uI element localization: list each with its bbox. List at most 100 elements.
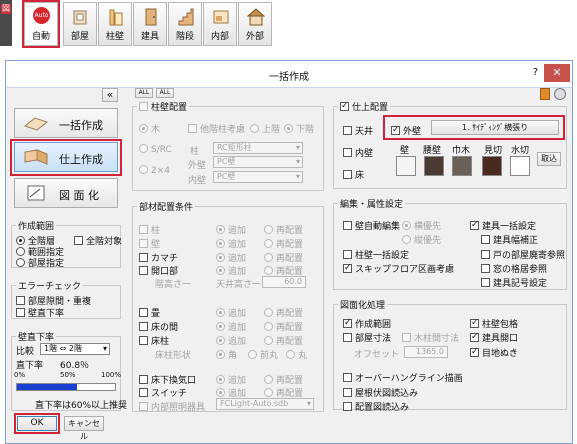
column-add-radio[interactable]: 追加 — [216, 223, 246, 236]
underfloor-replace-radio[interactable]: 再配置 — [264, 373, 303, 386]
two-by-four-radio[interactable]: 2×4 — [139, 165, 170, 176]
lighting-checkbox[interactable]: 内部照明器具 — [139, 400, 205, 413]
lighting-select[interactable]: FCLight-Auto.sdb — [216, 398, 314, 410]
tokonoma-check[interactable] — [139, 322, 148, 331]
ceiling-height-field[interactable]: 60.0 — [262, 276, 306, 288]
batch-create-mode-button[interactable]: 一括作成 — [14, 108, 118, 138]
upper-radio-mark[interactable] — [250, 124, 259, 133]
column-replace-radio[interactable]: 再配置 — [264, 223, 303, 236]
wall-add-radio[interactable]: 追加 — [216, 237, 246, 250]
wall-direct-checkbox[interactable]: 壁直下率 — [16, 306, 64, 319]
swatch-mikiri[interactable] — [482, 156, 502, 176]
room-gap-check[interactable] — [16, 296, 25, 305]
wall-replace-radio[interactable]: 再配置 — [264, 237, 303, 250]
drawing-mode-button[interactable]: 図 面 化 — [14, 178, 118, 208]
ground-line-check[interactable] — [470, 347, 479, 357]
swatch-baseboard[interactable] — [452, 156, 472, 176]
kamachi-checkbox[interactable]: カマチ — [139, 251, 178, 264]
collapse-button[interactable]: « — [102, 88, 118, 102]
lower-radio[interactable]: 下階 — [284, 122, 314, 135]
swatch-mizukiri[interactable] — [510, 156, 530, 176]
horizontal-radio-mark[interactable] — [402, 221, 411, 230]
tokobashira-add-radio[interactable]: 追加 — [216, 334, 246, 347]
batch-fitting-check[interactable] — [470, 220, 479, 230]
vertical-radio[interactable]: 縦優先 — [402, 233, 441, 246]
tatami-replace-radio[interactable]: 再配置 — [264, 306, 303, 319]
auto-wall-edit-checkbox[interactable]: 壁自動編集 — [343, 219, 400, 232]
window-ref-checkbox[interactable]: 窓の格居参照 — [481, 262, 547, 275]
fitting-opening-checkbox[interactable]: 建具開口 — [470, 331, 518, 344]
skip-floor-check[interactable] — [343, 263, 352, 273]
room-spec-radio-mark[interactable] — [16, 258, 25, 267]
tokonoma-checkbox[interactable]: 床の間 — [139, 320, 178, 333]
tatami-add-radio[interactable]: 追加 — [216, 306, 246, 319]
overhang-checkbox[interactable]: オーバーハングライン描画 — [343, 371, 463, 384]
tokobashira-replace-radio-mark[interactable] — [264, 336, 273, 345]
overhang-check[interactable] — [343, 373, 352, 382]
column-wall-set-check[interactable] — [343, 250, 352, 259]
lighting-check[interactable] — [139, 402, 148, 411]
all-targets-checkbox[interactable]: 全階対象 — [74, 234, 122, 247]
create-range-check[interactable] — [343, 318, 352, 328]
tokonoma-replace-radio[interactable]: 再配置 — [264, 320, 303, 333]
column-wall-set-checkbox[interactable]: 柱壁一括設定 — [343, 248, 409, 261]
underfloor-add-radio-mark[interactable] — [216, 375, 225, 384]
help-icon[interactable]: ? — [533, 67, 538, 78]
kamachi-add-radio[interactable]: 追加 — [216, 251, 246, 264]
fitting-button[interactable]: 建具 — [133, 2, 167, 46]
tokonoma-add-radio[interactable]: 追加 — [216, 320, 246, 333]
compare-select[interactable]: 1階 ⇔ 2階 ▾ — [40, 343, 110, 355]
opening-checkbox[interactable]: 開口部 — [139, 264, 178, 277]
tatami-replace-radio-mark[interactable] — [264, 308, 273, 317]
opening-add-radio-mark[interactable] — [216, 266, 225, 275]
swatch-waist[interactable] — [424, 156, 444, 176]
ceiling-checkbox[interactable]: 天井 — [343, 124, 373, 137]
layout-plan-checkbox[interactable]: 配置図読込み — [343, 400, 409, 413]
tokobashira-checkbox[interactable]: 床柱 — [139, 334, 169, 347]
other-floor-checkbox[interactable]: 他階柱考慮 — [188, 122, 245, 135]
shape-round-radio[interactable]: 丸 — [286, 348, 307, 361]
column-check[interactable] — [139, 225, 148, 234]
kamachi-check[interactable] — [139, 253, 148, 262]
swatch-wall[interactable] — [396, 156, 416, 176]
exterior-button[interactable]: 外部 — [238, 2, 272, 46]
kamachi-replace-radio-mark[interactable] — [264, 253, 273, 262]
create-range-checkbox[interactable]: 作成範囲 — [343, 317, 391, 330]
fitting-opening-check[interactable] — [470, 332, 479, 342]
fitting-code-check[interactable] — [481, 278, 490, 287]
range-spec-radio-mark[interactable] — [16, 247, 25, 256]
room-dim-check[interactable] — [343, 333, 352, 342]
ceiling-check[interactable] — [343, 126, 352, 135]
tokonoma-replace-radio-mark[interactable] — [264, 322, 273, 331]
opening-replace-radio-mark[interactable] — [264, 266, 273, 275]
tatami-check[interactable] — [139, 308, 148, 317]
column-outline-check[interactable] — [470, 318, 479, 328]
column-add-radio-mark[interactable] — [216, 225, 225, 234]
underfloor-check[interactable] — [139, 375, 148, 384]
layout-plan-check[interactable] — [343, 402, 352, 411]
roof-plan-checkbox[interactable]: 屋根伏図読込み — [343, 386, 418, 399]
room-button[interactable]: 部屋 — [63, 2, 97, 46]
column-outline-checkbox[interactable]: 柱壁包格 — [470, 317, 518, 330]
wall-replace-radio-mark[interactable] — [264, 239, 273, 248]
shape-square-radio[interactable]: 角 — [216, 348, 237, 361]
book-icon[interactable] — [540, 88, 550, 100]
all-on-button[interactable]: ALL — [135, 88, 153, 98]
switch-check[interactable] — [139, 388, 148, 397]
ext-wall-select[interactable]: PC壁 — [213, 156, 303, 168]
all-targets-check[interactable] — [74, 236, 83, 245]
room-ref-checkbox[interactable]: 戸の部屋廃寄参照 — [481, 248, 565, 261]
tokonoma-add-radio-mark[interactable] — [216, 322, 225, 331]
lower-radio-mark[interactable] — [284, 124, 293, 133]
stairs-button[interactable]: 階段 — [168, 2, 202, 46]
wall-direct-check[interactable] — [16, 308, 25, 317]
column-checkbox[interactable]: 柱 — [139, 223, 160, 236]
interior-wall-checkbox[interactable]: 内壁 — [343, 146, 373, 159]
wall-checkbox[interactable]: 壁 — [139, 237, 160, 250]
shape-chamfer-radio[interactable]: 前丸 — [248, 348, 278, 361]
switch-add-radio-mark[interactable] — [216, 388, 225, 397]
room-ref-check[interactable] — [481, 250, 490, 259]
wall-check[interactable] — [139, 239, 148, 248]
roof-plan-check[interactable] — [343, 388, 352, 397]
upper-radio[interactable]: 上階 — [250, 122, 280, 135]
